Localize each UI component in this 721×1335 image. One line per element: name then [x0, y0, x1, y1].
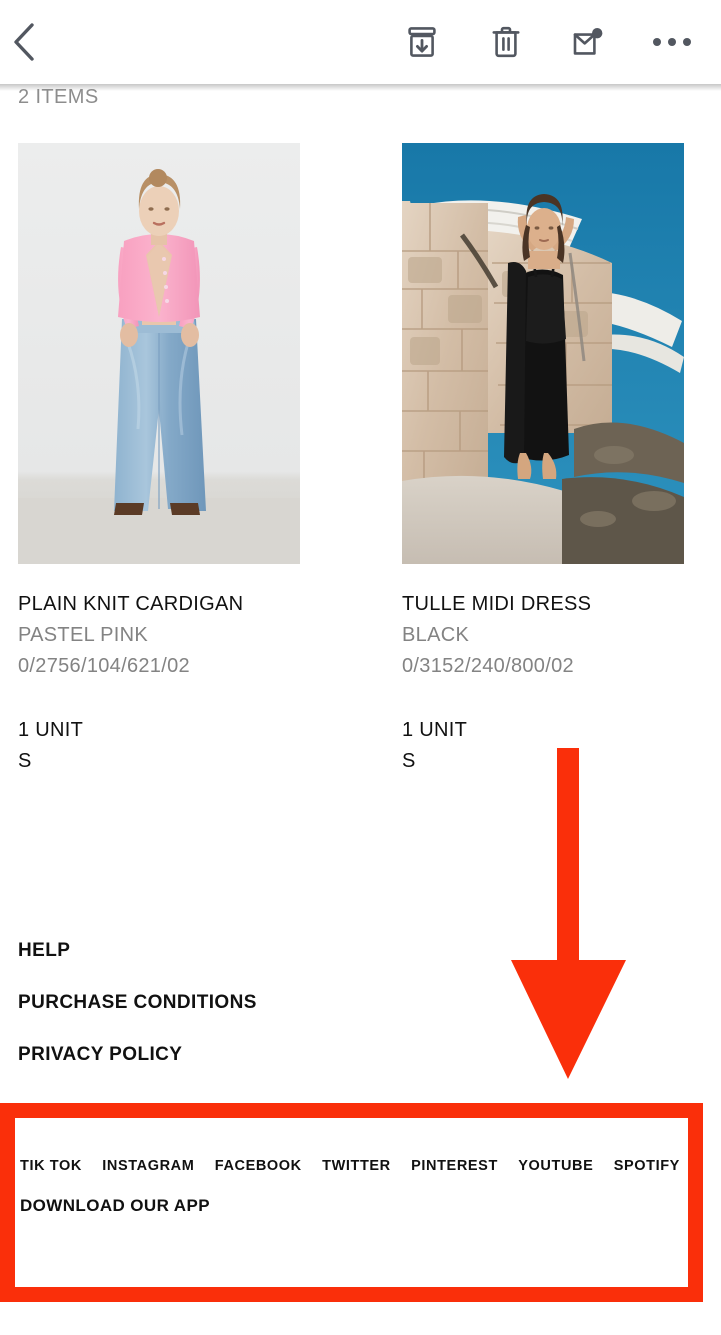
social-links-row: TIK TOK INSTAGRAM FACEBOOK TWITTER PINTE… [20, 1158, 680, 1174]
social-link-twitter[interactable]: TWITTER [322, 1158, 391, 1174]
app-bar-shadow [0, 84, 721, 91]
product-photo[interactable] [18, 143, 300, 564]
product-image-dress [402, 143, 684, 564]
download-app-link[interactable]: DOWNLOAD OUR APP [20, 1196, 210, 1216]
social-link-facebook[interactable]: FACEBOOK [215, 1158, 302, 1174]
product-image-cardigan [18, 143, 300, 564]
product-card[interactable]: TULLE MIDI DRESS BLACK 0/3152/240/800/02… [402, 143, 684, 777]
chevron-left-icon [11, 21, 37, 63]
product-photo[interactable] [402, 143, 684, 564]
social-link-tiktok[interactable]: TIK TOK [20, 1158, 82, 1174]
mark-unread-button[interactable] [566, 20, 610, 64]
trash-icon [492, 26, 520, 58]
delete-button[interactable] [484, 20, 528, 64]
more-options-icon [653, 38, 691, 46]
more-options-button[interactable] [650, 20, 694, 64]
back-button[interactable] [0, 20, 48, 64]
policy-link-help[interactable]: HELP [18, 940, 618, 962]
social-link-pinterest[interactable]: PINTEREST [411, 1158, 498, 1174]
product-reference: 0/2756/104/621/02 [18, 655, 190, 677]
product-name: TULLE MIDI DRESS [402, 593, 592, 615]
product-name: PLAIN KNIT CARDIGAN [18, 593, 244, 615]
archive-button[interactable] [400, 20, 444, 64]
policy-link-privacy-policy[interactable]: PRIVACY POLICY [18, 1044, 618, 1066]
product-color: BLACK [402, 624, 470, 646]
product-units: 1 UNIT [18, 719, 84, 741]
product-card[interactable]: PLAIN KNIT CARDIGAN PASTEL PINK 0/2756/1… [18, 143, 300, 777]
policy-link-purchase-conditions[interactable]: PURCHASE CONDITIONS [18, 992, 618, 1014]
social-link-instagram[interactable]: INSTAGRAM [102, 1158, 194, 1174]
items-count-label: 2 ITEMS [18, 86, 99, 108]
product-size: S [402, 750, 416, 772]
product-size: S [18, 750, 32, 772]
social-link-spotify[interactable]: SPOTIFY [614, 1158, 680, 1174]
social-link-youtube[interactable]: YOUTUBE [518, 1158, 593, 1174]
product-reference: 0/3152/240/800/02 [402, 655, 574, 677]
product-grid: PLAIN KNIT CARDIGAN PASTEL PINK 0/2756/1… [18, 143, 684, 777]
archive-icon [407, 26, 437, 58]
footer-panel: TIK TOK INSTAGRAM FACEBOOK TWITTER PINTE… [15, 1118, 688, 1287]
mail-unread-icon [572, 27, 604, 57]
product-color: PASTEL PINK [18, 624, 149, 646]
policy-links: HELP PURCHASE CONDITIONS PRIVACY POLICY [18, 940, 618, 1096]
product-units: 1 UNIT [402, 719, 468, 741]
app-bar [0, 0, 721, 84]
